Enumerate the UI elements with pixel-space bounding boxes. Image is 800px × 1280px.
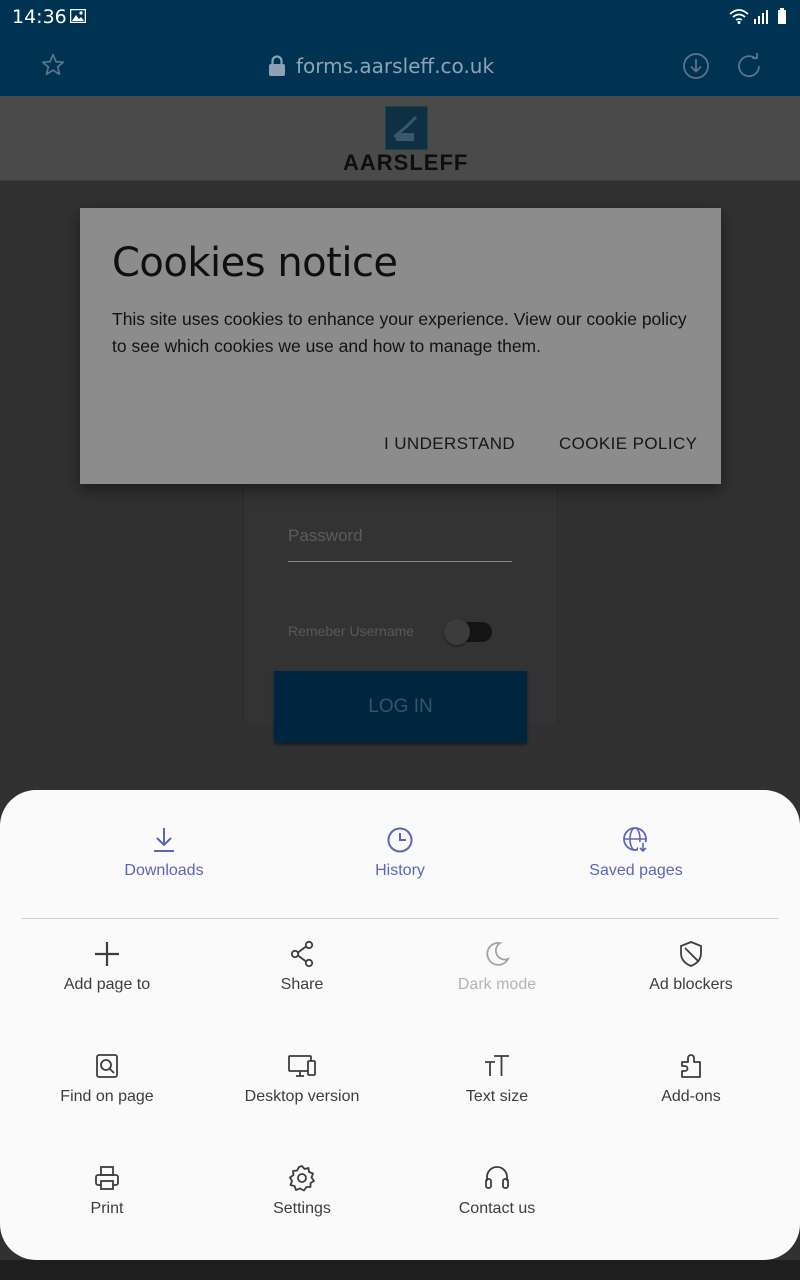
download-icon xyxy=(154,828,174,852)
download-page-icon[interactable] xyxy=(682,52,710,85)
menu-label: Ad blockers xyxy=(649,976,733,993)
menu-text-size[interactable]: Text size xyxy=(402,1052,592,1106)
menu-history[interactable]: History xyxy=(310,826,490,880)
login-button[interactable]: LOG IN xyxy=(274,671,527,743)
toggle-knob xyxy=(444,619,470,645)
browser-menu-sheet: Downloads History Saved pages Add page t… xyxy=(0,790,800,1260)
password-field[interactable]: Password xyxy=(288,524,512,562)
desktop-icon xyxy=(288,1055,316,1077)
bookmark-star-icon[interactable] xyxy=(40,52,66,83)
remember-username-label: Remeber Username xyxy=(288,623,415,639)
menu-label: Add-ons xyxy=(661,1088,721,1105)
cookies-dialog: Cookies notice This site uses cookies to… xyxy=(80,208,721,484)
menu-label: Add page to xyxy=(63,976,151,993)
menu-find-on-page[interactable]: Find on page xyxy=(12,1052,202,1106)
find-icon xyxy=(96,1054,118,1078)
share-icon xyxy=(290,940,314,968)
image-notification-icon xyxy=(69,8,87,28)
status-time: 14:36 xyxy=(12,6,67,28)
menu-label: History xyxy=(375,862,425,879)
menu-label: Dark mode xyxy=(457,976,537,993)
wifi-icon xyxy=(729,9,749,24)
cookie-policy-button[interactable]: COOKIE POLICY xyxy=(559,434,697,454)
remember-username-toggle[interactable] xyxy=(444,619,492,645)
menu-divider xyxy=(22,918,778,919)
text-size-icon xyxy=(485,1055,509,1076)
menu-label: Text size xyxy=(465,1088,529,1105)
menu-label: Settings xyxy=(273,1200,331,1217)
plus-icon xyxy=(95,942,119,966)
headset-icon xyxy=(485,1166,509,1189)
menu-saved-pages[interactable]: Saved pages xyxy=(546,826,726,880)
menu-label: Saved pages xyxy=(589,862,683,879)
navigation-strip xyxy=(0,1260,800,1280)
menu-downloads[interactable]: Downloads xyxy=(74,826,254,880)
url-text: forms.aarsleff.co.uk xyxy=(296,54,495,78)
status-bar: 14:36 xyxy=(0,0,800,34)
menu-label: Desktop version xyxy=(244,1088,360,1105)
menu-settings[interactable]: Settings xyxy=(207,1164,397,1218)
battery-icon xyxy=(778,8,786,24)
browser-toolbar: forms.aarsleff.co.uk xyxy=(0,34,800,96)
menu-print[interactable]: Print xyxy=(12,1164,202,1218)
menu-label: Downloads xyxy=(124,862,204,879)
menu-add-page-to[interactable]: Add page to xyxy=(12,940,202,994)
system-status-icons xyxy=(728,7,790,30)
site-header: AARSLEFF xyxy=(0,96,800,181)
dialog-body: This site uses cookies to enhance your e… xyxy=(112,309,687,356)
address-bar[interactable]: forms.aarsleff.co.uk xyxy=(268,53,494,79)
menu-ad-blockers[interactable]: Ad blockers xyxy=(596,940,786,994)
aarsleff-logo-icon xyxy=(385,106,428,150)
menu-add-ons[interactable]: Add-ons xyxy=(596,1052,786,1106)
gear-icon xyxy=(289,1165,315,1192)
menu-dark-mode[interactable]: Dark mode xyxy=(402,940,592,994)
shield-icon xyxy=(680,941,702,967)
puzzle-icon xyxy=(681,1054,701,1078)
logo-text: AARSLEFF xyxy=(343,150,469,175)
history-icon xyxy=(387,827,413,853)
lock-icon xyxy=(269,55,285,76)
print-icon xyxy=(95,1166,119,1190)
menu-label: Find on page xyxy=(60,1088,154,1105)
i-understand-button[interactable]: I UNDERSTAND xyxy=(384,434,515,454)
signal-icon xyxy=(754,10,768,24)
dialog-title: Cookies notice xyxy=(112,240,398,286)
saved-pages-icon xyxy=(623,827,649,853)
menu-label: Contact us xyxy=(458,1200,536,1217)
menu-contact-us[interactable]: Contact us xyxy=(402,1164,592,1218)
reload-icon[interactable] xyxy=(735,52,763,85)
menu-label: Print xyxy=(90,1200,124,1217)
menu-label: Share xyxy=(280,976,324,993)
menu-desktop-version[interactable]: Desktop version xyxy=(207,1052,397,1106)
menu-share[interactable]: Share xyxy=(207,940,397,994)
moon-icon xyxy=(486,942,510,966)
